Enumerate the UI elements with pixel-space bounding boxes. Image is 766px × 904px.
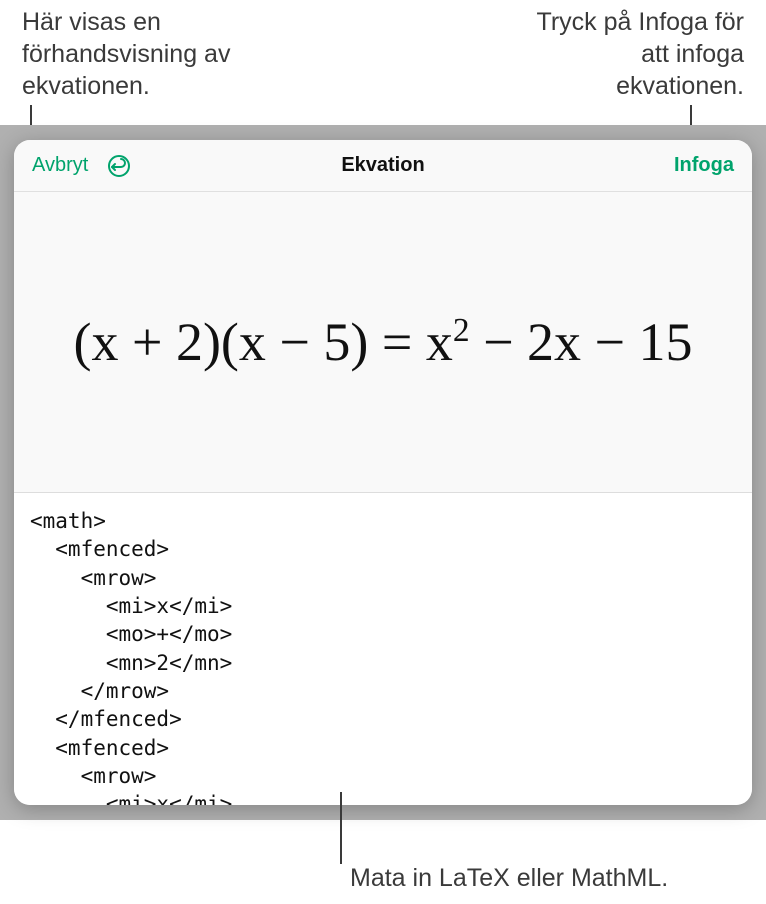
dialog-toolbar: Avbryt Ekvation Infoga — [14, 140, 752, 192]
callout-insert: Tryck på Infoga för att infoga ekvatione… — [524, 6, 744, 102]
toolbar-left-group: Avbryt — [32, 153, 132, 179]
leader-line — [340, 792, 342, 864]
cancel-button[interactable]: Avbryt — [32, 154, 88, 177]
equation-code-input[interactable]: <math> <mfenced> <mrow> <mi>x</mi> <mo>+… — [14, 492, 752, 805]
callout-input: Mata in LaTeX eller MathML. — [350, 862, 668, 894]
equation-dialog: Avbryt Ekvation Infoga (x + 2)(x − 5) = … — [14, 140, 752, 805]
equation-preview: (x + 2)(x − 5) = x2 − 2x − 15 — [14, 192, 752, 492]
undo-icon[interactable] — [106, 153, 132, 179]
equation-rendered: (x + 2)(x − 5) = x2 − 2x − 15 — [73, 311, 692, 373]
callout-preview: Här visas en förhandsvisning av ekvation… — [22, 6, 242, 102]
insert-button[interactable]: Infoga — [674, 154, 734, 177]
